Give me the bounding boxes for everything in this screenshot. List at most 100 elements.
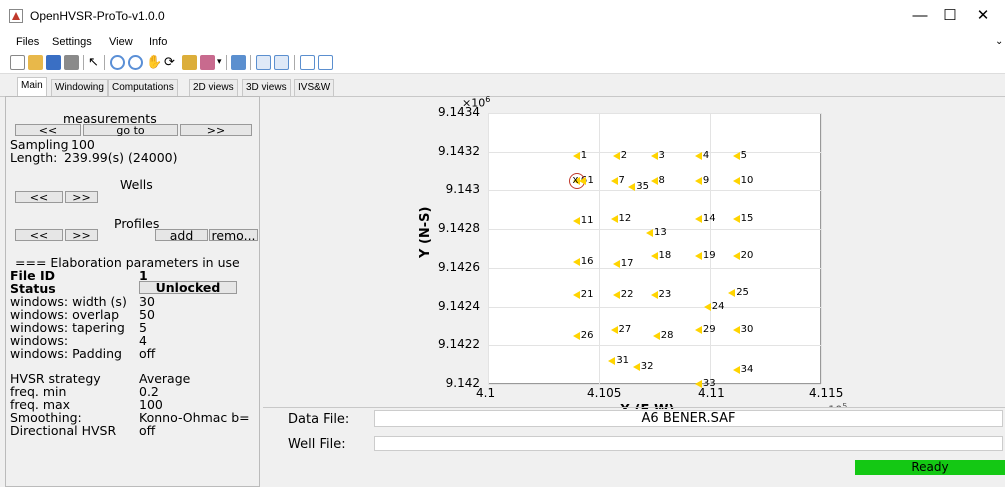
- y-tick-label: 9.1432: [438, 143, 480, 158]
- profiles-title: Profiles: [114, 216, 160, 231]
- point-marker: [650, 290, 658, 299]
- point-label: 34: [740, 364, 754, 376]
- close-button[interactable]: ✕: [968, 6, 998, 26]
- menu-info[interactable]: Info: [149, 36, 167, 48]
- measurement-goto-button[interactable]: go to: [83, 124, 178, 136]
- point-label: 27: [618, 323, 632, 335]
- pointer-icon[interactable]: ↖: [88, 54, 99, 70]
- zoom-out-icon[interactable]: [128, 55, 143, 70]
- hide-plot-tools-icon[interactable]: [300, 55, 315, 70]
- tab-ivsw[interactable]: IVS&W: [294, 79, 335, 96]
- length-label: Length:: [10, 150, 58, 165]
- status-toggle-button[interactable]: Unlocked: [139, 281, 237, 294]
- point-label: 10: [740, 174, 754, 186]
- point-label: 28: [660, 329, 674, 341]
- brush-icon[interactable]: [200, 55, 215, 70]
- point-label: 1: [580, 149, 588, 161]
- profiles-next-button[interactable]: >>: [65, 229, 98, 241]
- point-marker: [612, 259, 620, 268]
- point-label: 30: [740, 323, 754, 335]
- point-marker: [694, 380, 702, 388]
- brush-dropdown-icon[interactable]: ▾: [217, 56, 222, 67]
- window-padding-label: windows: Padding: [10, 346, 122, 361]
- profiles-prev-button[interactable]: <<: [15, 229, 63, 241]
- well-file-label: Well File:: [288, 437, 346, 452]
- menu-view[interactable]: View: [109, 36, 133, 48]
- data-file-field[interactable]: A6 BENER.SAF: [374, 410, 1003, 427]
- point-marker: [579, 176, 587, 185]
- colorbar-icon[interactable]: [256, 55, 271, 70]
- measurement-next-button[interactable]: >>: [180, 124, 252, 136]
- wells-prev-button[interactable]: <<: [15, 191, 63, 203]
- wells-title: Wells: [120, 177, 153, 192]
- y-grid-line: [488, 345, 821, 347]
- point-marker: [572, 151, 580, 160]
- y-tick-label: 9.143: [445, 182, 480, 197]
- well-file-field[interactable]: [374, 436, 1003, 451]
- point-label: 20: [740, 250, 754, 262]
- point-marker: [652, 331, 660, 340]
- point-label: 26: [580, 329, 594, 341]
- print-icon[interactable]: [64, 55, 79, 70]
- point-marker: [572, 217, 580, 226]
- new-file-icon[interactable]: [10, 55, 25, 70]
- wells-next-button[interactable]: >>: [65, 191, 98, 203]
- open-folder-icon[interactable]: [28, 55, 43, 70]
- point-marker: [732, 366, 740, 375]
- tab-main[interactable]: Main: [17, 77, 47, 96]
- y-tick-label: 9.1426: [438, 259, 480, 274]
- x-tick-label: 4.115: [809, 386, 844, 400]
- point-label: 1: [587, 174, 594, 186]
- point-marker: [612, 290, 620, 299]
- point-label: 32: [640, 360, 654, 372]
- point-marker: [608, 356, 616, 365]
- y-grid-line: [488, 384, 821, 385]
- profiles-add-button[interactable]: add: [155, 229, 208, 242]
- tab-computations[interactable]: Computations: [108, 79, 178, 96]
- point-label: 8: [658, 174, 665, 186]
- show-plot-tools-icon[interactable]: [318, 55, 333, 70]
- measurement-prev-button[interactable]: <<: [15, 124, 81, 136]
- point-label: 35: [636, 180, 650, 192]
- menu-settings[interactable]: Settings: [52, 36, 92, 48]
- rotate-icon[interactable]: ⟳: [164, 54, 175, 70]
- tab-3d-views[interactable]: 3D views: [242, 79, 291, 96]
- smoothing-value: Konno-Ohmac b=: [139, 410, 250, 425]
- x-grid-line: [821, 113, 822, 384]
- toolbar-separator: [250, 55, 251, 70]
- point-label: 11: [580, 215, 594, 227]
- profiles-remove-button[interactable]: remo...: [209, 229, 258, 242]
- point-marker: [650, 252, 658, 261]
- tab-2d-views[interactable]: 2D views: [189, 79, 238, 96]
- menu-overflow-icon[interactable]: ⌄: [995, 36, 1003, 47]
- directional-hvsr-value: off: [139, 423, 156, 438]
- data-file-label: Data File:: [288, 412, 350, 427]
- point-label: 16: [580, 256, 594, 268]
- window-title: OpenHVSR-ProTo-v1.0.0: [30, 9, 165, 23]
- y-exponent-label: ×106: [462, 95, 491, 110]
- legend-icon[interactable]: [274, 55, 289, 70]
- data-cursor-icon[interactable]: [182, 55, 197, 70]
- point-marker: [694, 252, 702, 261]
- maximize-button[interactable]: ☐: [935, 6, 965, 26]
- link-plot-icon[interactable]: [231, 55, 246, 70]
- menu-files[interactable]: Files: [16, 36, 39, 48]
- point-label: 3: [658, 149, 665, 161]
- point-marker: [703, 302, 711, 311]
- tab-windowing[interactable]: Windowing: [51, 79, 108, 96]
- point-label: 17: [620, 257, 634, 269]
- y-grid-line: [488, 267, 821, 269]
- save-icon[interactable]: [46, 55, 61, 70]
- point-marker: [650, 176, 658, 185]
- point-marker: [646, 229, 654, 237]
- status-indicator: Ready: [855, 460, 1005, 475]
- point-marker: [732, 215, 740, 224]
- point-marker: [732, 176, 740, 185]
- point-label: 2: [620, 149, 628, 161]
- zoom-in-icon[interactable]: [110, 55, 125, 70]
- minimize-button[interactable]: —: [905, 6, 935, 26]
- pan-icon[interactable]: ✋: [146, 54, 162, 70]
- point-marker: [632, 362, 640, 371]
- point-marker: [694, 325, 702, 334]
- point-label: 15: [740, 213, 754, 225]
